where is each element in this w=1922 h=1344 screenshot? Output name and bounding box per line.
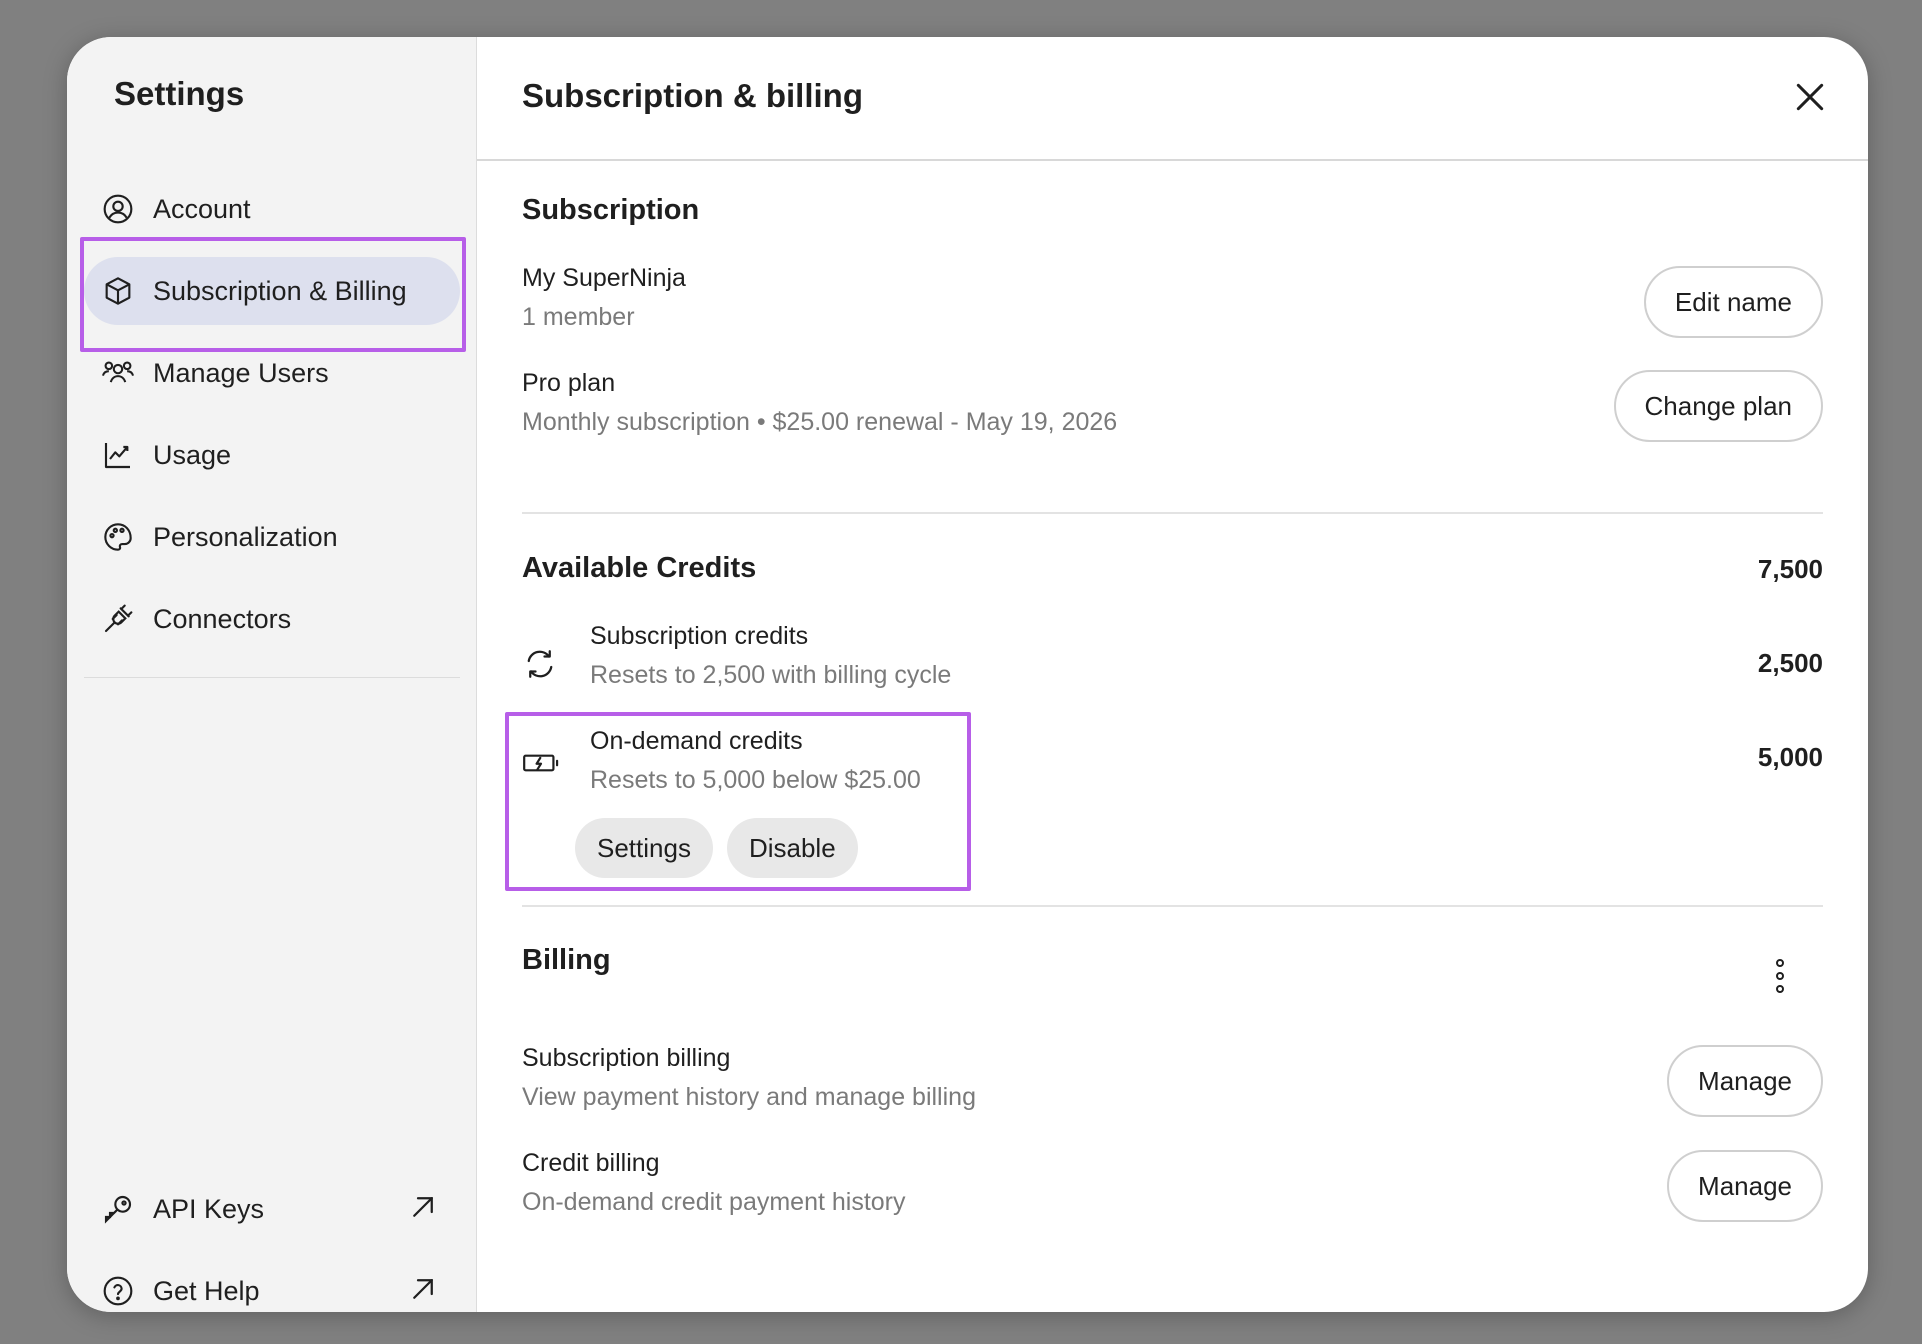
- edit-name-button[interactable]: Edit name: [1643, 266, 1823, 338]
- page-title: Subscription & billing: [522, 77, 863, 114]
- chart-line-icon: [101, 438, 135, 472]
- sidebar-item-label: Account: [153, 193, 251, 224]
- key-icon: [101, 1192, 135, 1226]
- workspace-members: 1 member: [522, 303, 635, 331]
- subscription-section-title: Subscription: [522, 194, 700, 226]
- on-demand-credits-row: On-demand credits Resets to 5,000 below …: [505, 712, 1823, 892]
- sidebar: Settings Account Subscription & Billing …: [67, 37, 477, 1312]
- settings-modal: Settings Account Subscription & Billing …: [67, 37, 1868, 1312]
- sidebar-item-label: Subscription & Billing: [153, 275, 407, 306]
- package-icon: [101, 274, 135, 308]
- on-demand-credits-value: 5,000: [1757, 742, 1823, 772]
- sidebar-divider: [84, 677, 460, 678]
- plug-icon: [101, 602, 135, 636]
- kebab-menu-icon: [1776, 959, 1784, 993]
- workspace-name: My SuperNinja: [522, 264, 686, 292]
- refresh-icon: [522, 646, 558, 682]
- sidebar-title: Settings: [114, 75, 245, 112]
- on-demand-disable-button[interactable]: Disable: [726, 818, 858, 878]
- sidebar-item-label: Get Help: [153, 1275, 260, 1306]
- divider: [522, 512, 1823, 514]
- change-plan-button[interactable]: Change plan: [1613, 370, 1823, 442]
- sidebar-item-usage[interactable]: Usage: [84, 421, 460, 489]
- sidebar-item-account[interactable]: Account: [84, 175, 460, 243]
- credit-billing-title: Credit billing: [522, 1149, 660, 1177]
- more-options-button[interactable]: [1772, 956, 1788, 996]
- help-circle-icon: [101, 1274, 135, 1308]
- subscription-billing-row: Subscription billing View payment histor…: [522, 1044, 1823, 1124]
- user-circle-icon: [101, 192, 135, 226]
- plan-row: Pro plan Monthly subscription • $25.00 r…: [522, 369, 1823, 449]
- sidebar-item-label: Usage: [153, 439, 232, 470]
- sidebar-item-get-help[interactable]: Get Help: [84, 1257, 460, 1312]
- workspace-row: My SuperNinja 1 member Edit name: [522, 264, 1823, 344]
- subscription-credits-row: Subscription credits Resets to 2,500 wit…: [522, 622, 1823, 702]
- sidebar-item-label: Manage Users: [153, 357, 329, 388]
- on-demand-settings-button[interactable]: Settings: [575, 818, 713, 878]
- on-demand-credits-subtitle: Resets to 5,000 below $25.00: [590, 766, 921, 794]
- manage-subscription-billing-button[interactable]: Manage: [1667, 1045, 1823, 1117]
- sidebar-item-label: Personalization: [153, 521, 338, 552]
- sidebar-item-label: Connectors: [153, 603, 292, 634]
- billing-section-title: Billing: [522, 944, 611, 976]
- on-demand-actions: Settings Disable: [575, 818, 872, 878]
- sidebar-item-label: API Keys: [153, 1193, 265, 1224]
- sidebar-item-manage-users[interactable]: Manage Users: [84, 339, 460, 407]
- palette-icon: [101, 520, 135, 554]
- main-panel: Subscription & billing Subscription My S…: [477, 37, 1868, 1312]
- main-header: Subscription & billing: [477, 37, 1868, 161]
- credit-billing-row: Credit billing On-demand credit payment …: [522, 1149, 1823, 1229]
- divider: [522, 905, 1823, 907]
- sidebar-bottom-nav: API Keys Get Help: [84, 1175, 460, 1312]
- credits-section-title: Available Credits: [522, 552, 757, 584]
- subscription-billing-subtitle: View payment history and manage billing: [522, 1083, 976, 1111]
- external-link-icon: [408, 1192, 438, 1222]
- credit-billing-subtitle: On-demand credit payment history: [522, 1188, 906, 1216]
- sidebar-item-subscription-billing[interactable]: Subscription & Billing: [84, 257, 460, 325]
- users-icon: [101, 356, 135, 390]
- battery-charging-icon: [522, 745, 559, 781]
- manage-credit-billing-button[interactable]: Manage: [1667, 1150, 1823, 1222]
- close-button[interactable]: [1790, 77, 1830, 117]
- sidebar-item-connectors[interactable]: Connectors: [84, 585, 460, 653]
- on-demand-credits-title: On-demand credits: [590, 727, 803, 755]
- subscription-billing-title: Subscription billing: [522, 1044, 731, 1072]
- close-icon: [1796, 83, 1824, 111]
- subscription-credits-subtitle: Resets to 2,500 with billing cycle: [590, 661, 952, 689]
- credits-total: 7,500: [1757, 554, 1823, 584]
- subscription-credits-title: Subscription credits: [590, 622, 809, 650]
- sidebar-item-personalization[interactable]: Personalization: [84, 503, 460, 571]
- subscription-credits-value: 2,500: [1757, 648, 1823, 678]
- sidebar-nav: Account Subscription & Billing Manage Us…: [84, 175, 460, 667]
- external-link-icon: [408, 1274, 438, 1304]
- sidebar-item-api-keys[interactable]: API Keys: [84, 1175, 460, 1243]
